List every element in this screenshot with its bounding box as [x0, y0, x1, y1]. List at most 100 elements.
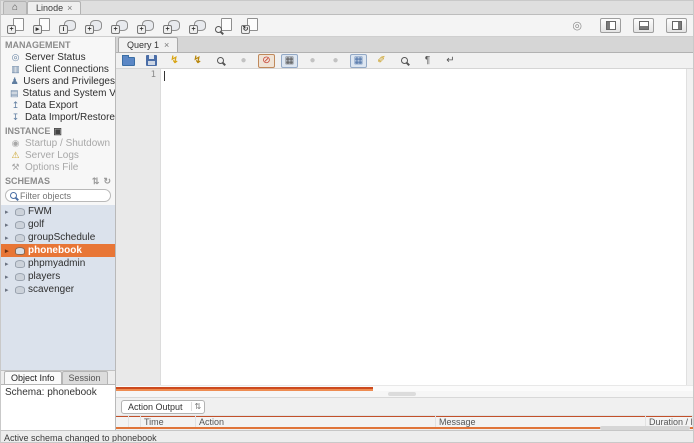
sidebar-item-options-file[interactable]: ⚒ Options File	[1, 161, 115, 173]
schema-row-scavenger[interactable]: ▸ scavenger	[1, 283, 115, 296]
column-status[interactable]	[116, 416, 129, 427]
data-import-icon: ↧	[10, 113, 21, 122]
collapse-all-icon[interactable]: ⇅	[92, 176, 100, 187]
schema-label: FWM	[28, 206, 52, 217]
column-action[interactable]: Action	[196, 416, 436, 427]
column-time[interactable]: Time	[141, 416, 196, 427]
stop-query-button[interactable]: ●	[235, 54, 252, 68]
schema-filter-input[interactable]	[20, 191, 100, 201]
toggle-right-sidebar-button[interactable]	[666, 18, 687, 33]
schema-row-groupschedule[interactable]: ▸ groupSchedule	[1, 231, 115, 244]
close-tab-icon[interactable]: ×	[67, 3, 72, 13]
toggle-autocommit-button[interactable]: ▦	[350, 54, 367, 68]
expander-icon[interactable]: ▸	[5, 208, 12, 216]
expander-icon[interactable]: ▸	[5, 221, 12, 229]
object-info-text: Schema: phonebook	[5, 387, 97, 398]
save-icon	[146, 55, 157, 66]
connection-tab-label: Linode	[36, 3, 63, 13]
open-script-button[interactable]	[120, 54, 137, 68]
create-table-badge: +	[111, 25, 120, 34]
beautify-sql-button[interactable]: ✐	[373, 54, 390, 68]
schema-label: phonebook	[28, 245, 82, 256]
refresh-schemas-icon[interactable]: ↻	[103, 176, 111, 187]
combo-arrows-icon: ⇅	[191, 402, 202, 411]
schema-icon	[15, 273, 25, 281]
tab-object-info[interactable]: Object Info	[4, 371, 62, 384]
home-tab[interactable]: ⌂	[3, 1, 27, 14]
schema-row-players[interactable]: ▸ players	[1, 270, 115, 283]
find-button[interactable]	[396, 54, 413, 68]
sidebar-item-status-system-variables[interactable]: ▤ Status and System Variables	[1, 87, 115, 99]
splitter-handle[interactable]	[388, 392, 416, 396]
object-info-panel: Schema: phonebook	[1, 384, 115, 430]
editor-vertical-scrollbar[interactable]	[686, 69, 693, 385]
editor-area: Query 1 × ↯ ↯ ● ⊘ ▦ ● ● ▦ ✐ ¶ ↵	[116, 37, 693, 430]
connection-tab-linode[interactable]: Linode ×	[27, 1, 81, 14]
schema-filter-box	[5, 189, 111, 202]
column-index[interactable]	[129, 416, 141, 427]
data-export-icon: ↥	[10, 101, 21, 110]
sidebar-item-client-connections[interactable]: ▥ Client Connections	[1, 63, 115, 75]
expander-icon[interactable]: ▸	[5, 273, 12, 281]
new-sql-tab-icon[interactable]: +	[7, 18, 24, 33]
data-export-label: Data Export	[25, 100, 78, 111]
execute-current-statement-button[interactable]: ↯	[189, 54, 206, 68]
create-schema-icon[interactable]: +	[85, 18, 102, 33]
sidebar-item-data-export[interactable]: ↥ Data Export	[1, 99, 115, 111]
schema-row-phpmyadmin[interactable]: ▸ phpmyadmin	[1, 257, 115, 270]
expander-icon[interactable]: ▸	[5, 286, 12, 294]
startup-shutdown-icon: ◉	[10, 139, 21, 148]
window-tab-bar: ⌂ Linode ×	[1, 1, 693, 15]
toggle-left-sidebar-button[interactable]	[600, 18, 621, 33]
create-table-icon[interactable]: +	[111, 18, 128, 33]
expander-icon[interactable]: ▸	[5, 247, 12, 255]
sidebar-item-users-privileges[interactable]: ♟ Users and Privileges	[1, 75, 115, 87]
sidebar-item-data-import-restore[interactable]: ↧ Data Import/Restore	[1, 111, 115, 123]
create-function-icon[interactable]: +	[189, 18, 206, 33]
search-icon	[10, 192, 17, 199]
toggle-invisible-characters-button[interactable]: ¶	[419, 54, 436, 68]
toggle-word-wrap-button[interactable]: ↵	[442, 54, 459, 68]
sidebar-item-server-status[interactable]: ◎ Server Status	[1, 51, 115, 63]
toggle-output-area-button[interactable]	[633, 18, 654, 33]
schema-tree: ▸ FWM ▸ golf ▸ groupSchedule ▸ p	[1, 205, 115, 370]
schema-label: phpmyadmin	[28, 258, 85, 269]
status-message: Active schema changed to phonebook	[4, 433, 157, 443]
schema-row-fwm[interactable]: ▸ FWM	[1, 205, 115, 218]
schema-row-golf[interactable]: ▸ golf	[1, 218, 115, 231]
output-view-selector[interactable]: Action Output ⇅	[121, 400, 205, 414]
expander-icon[interactable]: ▸	[5, 260, 12, 268]
inspect-object-icon[interactable]: i	[59, 18, 76, 33]
expander-icon[interactable]: ▸	[5, 234, 12, 242]
inspect-badge: i	[59, 25, 68, 34]
create-view-icon[interactable]: +	[137, 18, 154, 33]
save-script-button[interactable]	[143, 54, 160, 68]
execute-button[interactable]: ↯	[166, 54, 183, 68]
search-table-data-icon[interactable]	[215, 18, 232, 33]
schema-row-phonebook-selected[interactable]: ▸ phonebook	[1, 244, 115, 257]
commit-button[interactable]: ●	[304, 54, 321, 68]
rollback-button[interactable]: ●	[327, 54, 344, 68]
sql-code-editor[interactable]: 1	[116, 69, 693, 385]
explain-plan-button[interactable]	[212, 54, 229, 68]
tab-session[interactable]: Session	[62, 371, 108, 384]
reconnect-dbms-icon[interactable]: ↻	[241, 18, 258, 33]
output-hscroll-thumb[interactable]	[600, 426, 690, 430]
schema-icon	[15, 286, 25, 294]
schema-icon	[15, 260, 25, 268]
open-sql-script-icon[interactable]: ▸	[33, 18, 50, 33]
sidebar-item-server-logs[interactable]: ⚠ Server Logs	[1, 149, 115, 161]
create-schema-badge: +	[85, 25, 94, 34]
sidebar-item-startup-shutdown[interactable]: ◉ Startup / Shutdown	[1, 137, 115, 149]
mysql-workbench-window: ⌂ Linode × + ▸ i + + + + + ↻ ◎ MANAGEMEN…	[0, 0, 694, 443]
open-script-badge: ▸	[33, 25, 42, 34]
query-1-tab[interactable]: Query 1 ×	[118, 37, 178, 52]
toggle-stop-on-error-button[interactable]: ⊘	[258, 54, 275, 68]
create-view-badge: +	[137, 25, 146, 34]
session-tab-label: Session	[69, 373, 101, 383]
close-query-tab-icon[interactable]: ×	[164, 40, 169, 50]
create-procedure-icon[interactable]: +	[163, 18, 180, 33]
new-sql-badge: +	[7, 25, 16, 34]
management-title: MANAGEMENT	[5, 40, 71, 50]
limit-rows-button[interactable]: ▦	[281, 54, 298, 68]
